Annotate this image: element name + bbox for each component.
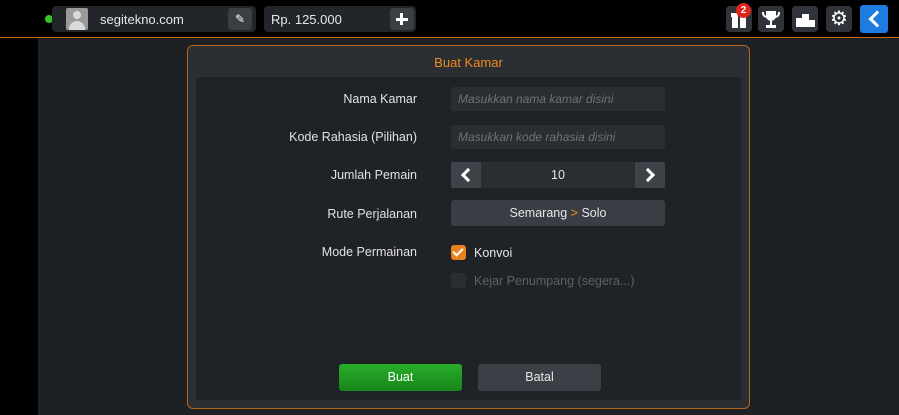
players-stepper: 10: [451, 162, 665, 188]
create-button[interactable]: Buat: [339, 364, 462, 391]
username: segitekno.com: [100, 12, 184, 27]
room-name-label: Nama Kamar: [343, 92, 417, 106]
game-mode-label: Mode Permainan: [321, 245, 417, 259]
create-room-dialog: Buat Kamar Nama Kamar Kode Rahasia (Pili…: [187, 45, 750, 409]
dialog-title: Buat Kamar: [434, 55, 503, 70]
back-arrow-icon[interactable]: [860, 5, 888, 33]
route-select-button[interactable]: Semarang > Solo: [451, 200, 665, 226]
profile-panel[interactable]: segitekno.com ✎: [52, 6, 256, 32]
konvoi-checkbox[interactable]: [451, 245, 466, 260]
increase-players-button[interactable]: [635, 162, 665, 188]
dialog-body: Nama Kamar Kode Rahasia (Pilihan) Jumlah…: [196, 77, 741, 400]
players-label: Jumlah Pemain: [330, 168, 417, 182]
room-name-input[interactable]: [451, 87, 665, 111]
route-separator: >: [570, 206, 578, 220]
podium-icon[interactable]: [792, 6, 818, 32]
cancel-button[interactable]: Batal: [478, 364, 601, 391]
route-label: Rute Perjalanan: [327, 207, 417, 221]
pencil-icon: ✎: [234, 12, 246, 26]
players-value: 10: [551, 168, 565, 182]
route-from: Semarang: [509, 206, 568, 220]
edit-profile-button[interactable]: ✎: [228, 8, 252, 30]
add-money-button[interactable]: [390, 8, 414, 30]
gear-icon[interactable]: ⚙: [826, 6, 852, 32]
kejar-penumpang-label: Kejar Penumpang (segera...): [474, 274, 635, 288]
money-balance: Rp. 125.000: [271, 12, 342, 27]
avatar[interactable]: [66, 8, 88, 30]
money-panel: Rp. 125.000: [264, 6, 416, 32]
trophy-icon[interactable]: [758, 6, 784, 32]
gift-badge: 2: [736, 3, 751, 18]
kejar-penumpang-checkbox: [451, 273, 466, 288]
decrease-players-button[interactable]: [451, 162, 481, 188]
route-to: Solo: [581, 206, 607, 220]
secret-code-label: Kode Rahasia (Pilihan): [289, 130, 417, 144]
top-bar: segitekno.com ✎ Rp. 125.000 2 ⚙: [0, 0, 899, 38]
konvoi-label: Konvoi: [474, 246, 513, 260]
secret-code-input[interactable]: [451, 125, 665, 149]
